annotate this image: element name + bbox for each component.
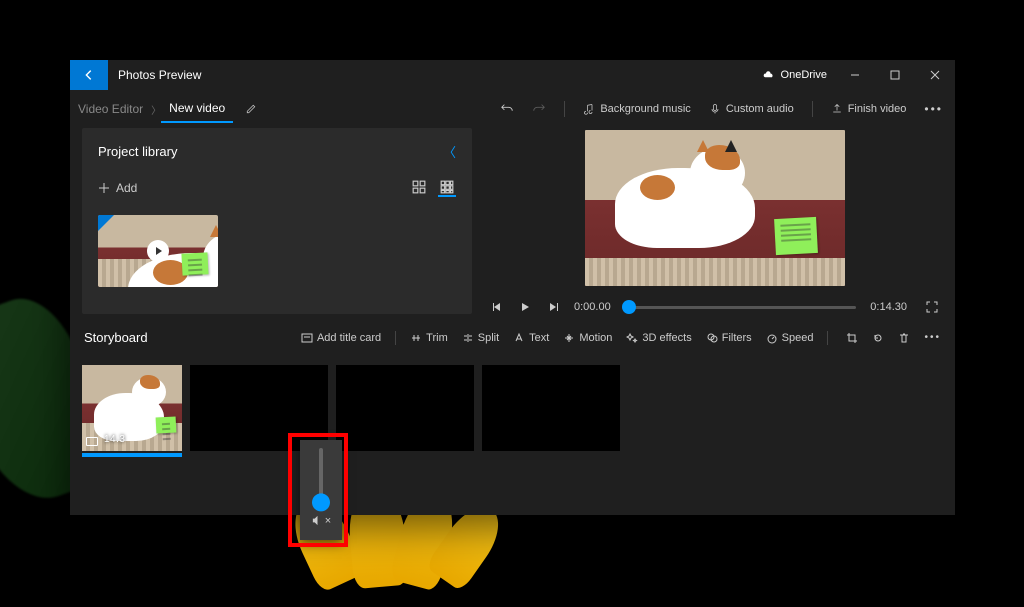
motion-icon: [563, 332, 575, 344]
add-title-card-button[interactable]: Add title card: [301, 332, 381, 344]
cloud-icon: [763, 69, 775, 81]
export-icon: [831, 103, 843, 115]
used-indicator-icon: [98, 215, 114, 231]
split-icon: [462, 332, 474, 344]
total-time: 0:14.30: [870, 301, 907, 313]
maximize-button[interactable]: [875, 60, 915, 90]
grid-large-view[interactable]: [438, 179, 456, 197]
breadcrumb-current[interactable]: New video: [161, 95, 233, 123]
storyboard-empty-slot[interactable]: [482, 365, 620, 451]
storyboard-empty-slot[interactable]: [336, 365, 474, 451]
minimize-button[interactable]: [835, 60, 875, 90]
motion-button[interactable]: Motion: [563, 332, 612, 344]
onedrive-label: OneDrive: [781, 69, 827, 81]
onedrive-status[interactable]: OneDrive: [763, 69, 827, 81]
app-window: Photos Preview OneDrive Video Editor 〉 N…: [70, 60, 955, 515]
volume-slider-thumb[interactable]: [312, 493, 330, 511]
mic-icon: [709, 103, 721, 115]
preview-panel: 0:00.00 0:14.30: [486, 128, 943, 314]
app-title: Photos Preview: [118, 68, 201, 82]
separator: [564, 101, 565, 117]
redo-button[interactable]: [532, 102, 546, 116]
split-button[interactable]: Split: [462, 332, 499, 344]
clip-duration: 14.3: [104, 434, 125, 445]
next-frame-button[interactable]: [546, 300, 560, 314]
trim-icon: [410, 332, 422, 344]
storyboard-toolbar: Storyboard Add title card Trim Split Tex…: [82, 330, 943, 345]
breadcrumb-root[interactable]: Video Editor: [70, 102, 151, 116]
filters-button[interactable]: Filters: [706, 332, 752, 344]
play-overlay-icon: [147, 240, 169, 262]
video-preview[interactable]: [585, 130, 845, 286]
speaker-icon: [311, 514, 324, 527]
volume-slider[interactable]: [319, 448, 323, 506]
finish-video-button[interactable]: Finish video: [831, 103, 907, 115]
current-time: 0:00.00: [574, 301, 611, 313]
storyboard-more-button[interactable]: •••: [924, 332, 941, 344]
undo-button[interactable]: [500, 102, 514, 116]
titlebar: Photos Preview OneDrive: [70, 60, 955, 90]
storyboard-clips: 14.3: [82, 365, 943, 451]
title-card-icon: [301, 332, 313, 344]
close-button[interactable]: [915, 60, 955, 90]
prev-frame-button[interactable]: [490, 300, 504, 314]
storyboard-title: Storyboard: [84, 330, 148, 345]
separator: [812, 101, 813, 117]
back-button[interactable]: [70, 60, 108, 90]
more-button[interactable]: •••: [924, 102, 943, 116]
filters-icon: [706, 332, 718, 344]
library-clip-thumbnail[interactable]: [98, 215, 218, 287]
add-media-button[interactable]: Add: [98, 181, 137, 195]
plus-icon: [98, 182, 110, 194]
top-toolbar: Video Editor 〉 New video Background musi…: [70, 90, 955, 128]
chevron-right-icon: 〉: [151, 102, 161, 117]
mute-button[interactable]: ×: [311, 514, 331, 527]
clip-volume-popup: ×: [300, 440, 342, 540]
rename-button[interactable]: [245, 103, 257, 115]
text-button[interactable]: Text: [513, 332, 549, 344]
storyboard-clip-1[interactable]: 14.3: [82, 365, 182, 451]
text-icon: [513, 332, 525, 344]
grid-small-view[interactable]: [410, 179, 428, 197]
aspect-icon: [86, 437, 98, 446]
custom-audio-button[interactable]: Custom audio: [709, 103, 794, 115]
player-timeline[interactable]: [625, 306, 857, 309]
music-icon: [583, 103, 595, 115]
play-button[interactable]: [518, 300, 532, 314]
speed-button[interactable]: Speed: [766, 332, 814, 344]
fullscreen-button[interactable]: [925, 300, 939, 314]
background-music-button[interactable]: Background music: [583, 103, 691, 115]
timeline-thumb[interactable]: [622, 300, 636, 314]
collapse-library-button[interactable]: 〈: [443, 142, 456, 161]
clip-selected-indicator: [82, 453, 182, 457]
delete-button[interactable]: [898, 332, 910, 344]
storyboard-empty-slot[interactable]: [190, 365, 328, 451]
player-controls: 0:00.00 0:14.30: [486, 300, 943, 314]
crop-button[interactable]: [846, 332, 858, 344]
sparkle-icon: [626, 332, 638, 344]
trim-button[interactable]: Trim: [410, 332, 448, 344]
library-title: Project library: [98, 144, 177, 159]
project-library-panel: Project library 〈 Add: [82, 128, 472, 314]
3d-effects-button[interactable]: 3D effects: [626, 332, 691, 344]
speed-icon: [766, 332, 778, 344]
rotate-button[interactable]: [872, 332, 884, 344]
